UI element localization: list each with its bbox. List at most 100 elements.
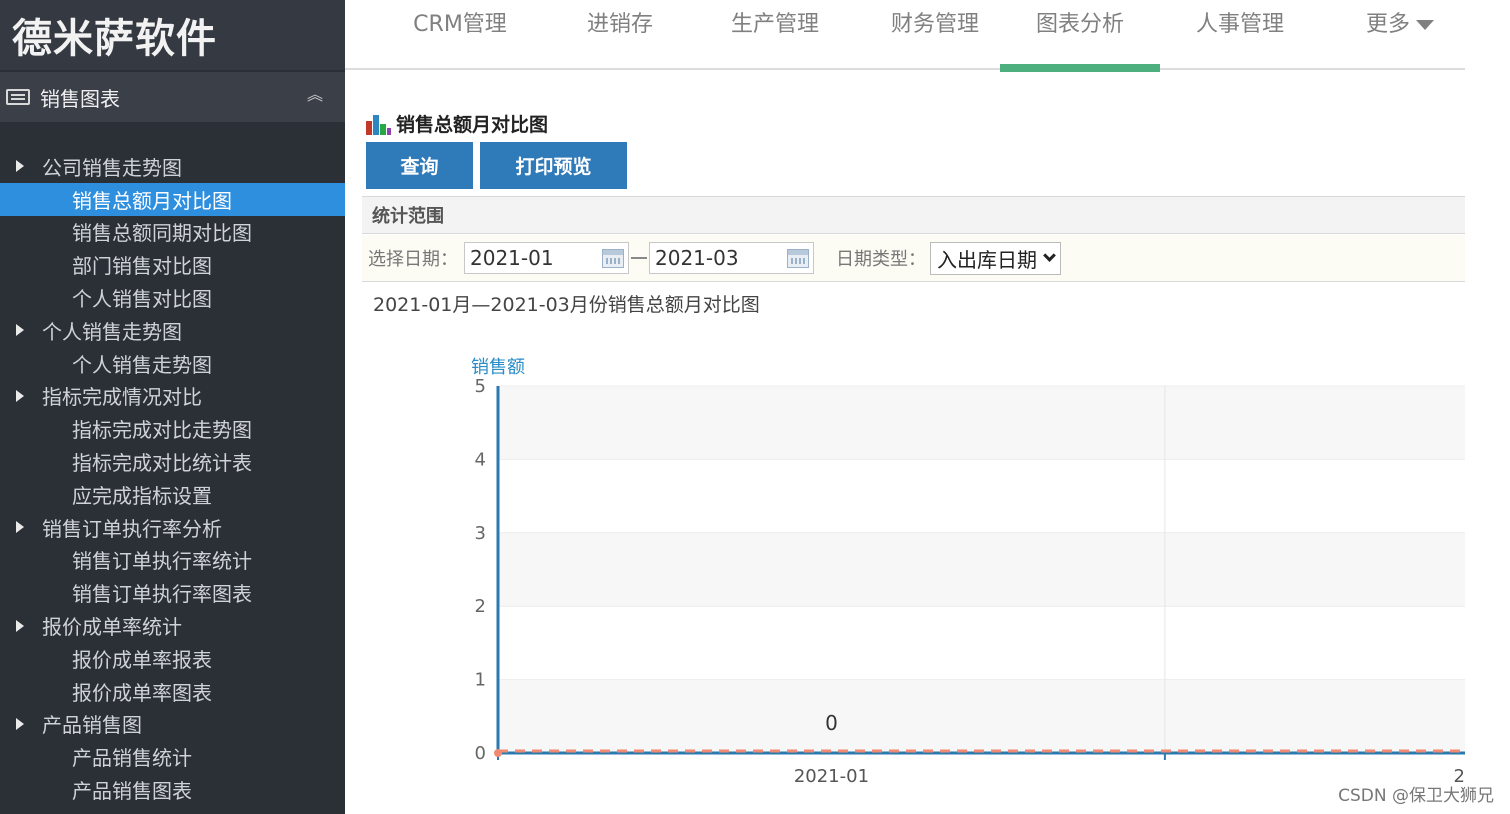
sidebar-item[interactable]: 指标完成对比走势图 bbox=[0, 412, 345, 445]
sidebar-item[interactable]: 指标完成对比统计表 bbox=[0, 445, 345, 478]
date-type-select[interactable]: 入出库日期 bbox=[930, 241, 1061, 275]
active-tab-indicator bbox=[1000, 64, 1160, 72]
grid-band bbox=[498, 386, 1465, 460]
sidebar-item-label: 产品销售图表 bbox=[72, 779, 192, 804]
caret-right-icon bbox=[16, 389, 24, 402]
sidebar-item-label: 销售订单执行率图表 bbox=[72, 582, 252, 607]
sidebar-item-label: 报价成单率图表 bbox=[72, 680, 212, 705]
sidebar-item-label: 销售订单执行率统计 bbox=[72, 549, 252, 574]
top-navigation: CRM管理 进销存 生产管理 财务管理 图表分析 人事管理 更多 bbox=[345, 0, 1465, 72]
sidebar-item[interactable]: 产品销售图表 bbox=[0, 773, 345, 806]
sidebar-item[interactable]: 应完成指标设置 bbox=[0, 478, 345, 511]
tab-label: 财务管理 bbox=[890, 12, 979, 37]
calendar-icon[interactable] bbox=[787, 249, 809, 268]
sidebar: 德米萨软件 销售图表 ︽ 公司销售走势图销售总额月对比图销售总额同期对比图部门销… bbox=[0, 0, 345, 814]
date-type-label: 日期类型： bbox=[836, 249, 926, 270]
calendar-icon[interactable] bbox=[602, 249, 624, 268]
caret-right-icon bbox=[16, 160, 24, 173]
double-chevron-up-icon[interactable]: ︽ bbox=[307, 85, 323, 105]
tab-label: 生产管理 bbox=[730, 12, 819, 37]
sidebar-item-label: 公司销售走势图 bbox=[42, 155, 182, 180]
bar-chart-icon bbox=[366, 113, 392, 135]
sidebar-group[interactable]: 个人销售走势图 bbox=[0, 314, 345, 347]
tab-4[interactable]: 图表分析 bbox=[1000, 0, 1160, 72]
grid-band bbox=[498, 532, 1465, 607]
grid-band bbox=[498, 679, 1465, 753]
sidebar-group[interactable]: 公司销售走势图 bbox=[0, 150, 345, 183]
sidebar-item-label: 部门销售对比图 bbox=[72, 254, 212, 279]
tab-0[interactable]: CRM管理 bbox=[380, 0, 540, 70]
tab-6[interactable]: 更多 bbox=[1320, 0, 1480, 70]
x-tick-label: 2021-01 bbox=[794, 766, 869, 787]
y-tick-label: 2 bbox=[475, 596, 486, 617]
start-date-value: 2021-01 bbox=[470, 246, 554, 270]
end-date-input[interactable]: 2021-03 bbox=[649, 242, 814, 274]
panel-title: 销售总额月对比图 bbox=[366, 110, 548, 137]
caret-right-icon bbox=[16, 324, 24, 337]
data-point bbox=[494, 749, 502, 757]
y-tick-label: 1 bbox=[475, 670, 486, 691]
start-date-input[interactable]: 2021-01 bbox=[464, 242, 629, 274]
sidebar-group[interactable]: 产品销售图 bbox=[0, 708, 345, 741]
date-range-separator bbox=[631, 257, 647, 259]
y-tick-label: 4 bbox=[475, 449, 486, 470]
sidebar-section-title: 销售图表 bbox=[40, 86, 120, 111]
sidebar-item-label: 报价成单率报表 bbox=[72, 647, 212, 672]
logo-text: 德米萨软件 bbox=[12, 16, 217, 62]
sidebar-item[interactable]: 产品销售统计 bbox=[0, 740, 345, 773]
query-button[interactable]: 查询 bbox=[366, 142, 473, 189]
y-tick-label: 0 bbox=[475, 743, 486, 764]
sidebar-item-label: 销售订单执行率分析 bbox=[42, 516, 222, 541]
caret-right-icon bbox=[16, 717, 24, 730]
sidebar-item-label: 个人销售走势图 bbox=[72, 352, 212, 377]
statistics-range-header: 统计范围 bbox=[362, 196, 1465, 234]
tab-1[interactable]: 进销存 bbox=[540, 0, 700, 70]
y-tick-label: 3 bbox=[475, 523, 486, 544]
sidebar-group[interactable]: 报价成单率统计 bbox=[0, 609, 345, 642]
chevron-down-icon bbox=[1043, 249, 1056, 262]
tab-2[interactable]: 生产管理 bbox=[695, 0, 855, 70]
tab-5[interactable]: 人事管理 bbox=[1160, 0, 1320, 70]
sidebar-section-header[interactable]: 销售图表 ︽ bbox=[0, 72, 345, 122]
watermark: CSDN @保卫大狮兄 bbox=[1338, 786, 1494, 806]
sidebar-item[interactable]: 报价成单率报表 bbox=[0, 642, 345, 675]
sidebar-item-label: 指标完成对比走势图 bbox=[72, 418, 252, 443]
tab-3[interactable]: 财务管理 bbox=[855, 0, 1015, 70]
sidebar-item[interactable]: 销售总额同期对比图 bbox=[0, 216, 345, 249]
app-logo: 德米萨软件 bbox=[0, 0, 345, 70]
date-type-value: 入出库日期 bbox=[937, 247, 1037, 272]
sidebar-item[interactable]: 部门销售对比图 bbox=[0, 248, 345, 281]
tab-label: 进销存 bbox=[586, 12, 653, 37]
chart-caption: 2021-01月—2021-03月份销售总额月对比图 bbox=[373, 294, 760, 316]
sidebar-item[interactable]: 销售订单执行率图表 bbox=[0, 576, 345, 609]
tab-label: 更多 bbox=[1365, 12, 1410, 37]
list-icon bbox=[6, 89, 30, 105]
data-label: 0 bbox=[825, 711, 838, 735]
sidebar-item-label: 指标完成情况对比 bbox=[42, 385, 202, 410]
y-tick-label: 5 bbox=[475, 376, 486, 397]
sidebar-item[interactable]: 个人销售走势图 bbox=[0, 347, 345, 380]
sidebar-item-label: 销售总额月对比图 bbox=[72, 188, 232, 213]
end-date-value: 2021-03 bbox=[655, 246, 739, 270]
date-filter-row: 选择日期： 2021-01 2021-03 日期类型： 入出库日期 bbox=[362, 235, 1465, 282]
sales-chart: 012345销售额02021-01 2 bbox=[471, 357, 1465, 787]
sidebar-item-label: 报价成单率统计 bbox=[42, 615, 182, 640]
sidebar-group[interactable]: 销售订单执行率分析 bbox=[0, 511, 345, 544]
sidebar-item[interactable]: 销售订单执行率统计 bbox=[0, 544, 345, 577]
caret-right-icon bbox=[16, 521, 24, 534]
tab-label: 图表分析 bbox=[1035, 12, 1124, 37]
sidebar-item[interactable]: 报价成单率图表 bbox=[0, 675, 345, 708]
sidebar-item[interactable]: 个人销售对比图 bbox=[0, 281, 345, 314]
tab-label: CRM管理 bbox=[413, 12, 507, 37]
sidebar-item-label: 指标完成对比统计表 bbox=[72, 451, 252, 476]
print-preview-button[interactable]: 打印预览 bbox=[480, 142, 627, 189]
panel-title-text: 销售总额月对比图 bbox=[396, 114, 549, 136]
tab-label: 人事管理 bbox=[1195, 12, 1284, 37]
sidebar-item-label: 个人销售走势图 bbox=[42, 319, 182, 344]
sidebar-item-label: 应完成指标设置 bbox=[72, 483, 212, 508]
sidebar-item-label: 个人销售对比图 bbox=[72, 287, 212, 312]
caret-right-icon bbox=[16, 619, 24, 632]
sidebar-item[interactable]: 销售总额月对比图 bbox=[0, 182, 345, 216]
sidebar-item-label: 产品销售统计 bbox=[72, 746, 192, 771]
sidebar-group[interactable]: 指标完成情况对比 bbox=[0, 380, 345, 413]
